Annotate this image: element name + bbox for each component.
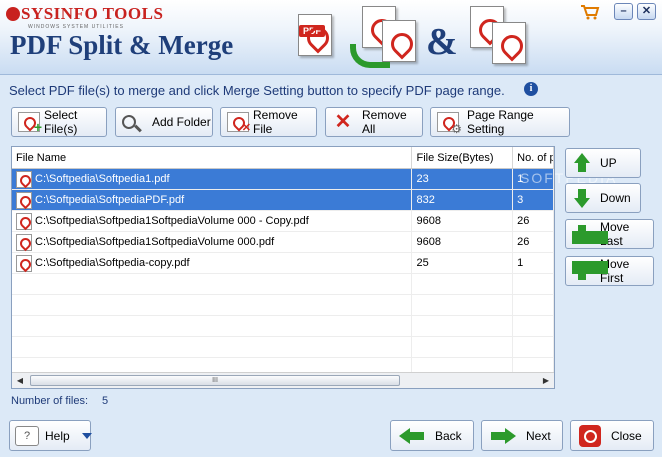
back-button[interactable]: Back (390, 420, 474, 451)
page-count-cell: 26 (513, 231, 554, 253)
info-icon[interactable]: i (524, 82, 538, 96)
table-row[interactable]: C:\Softpedia\SoftpediaPDF.pdf 832 3 (12, 189, 554, 211)
instruction-text: Select PDF file(s) to merge and click Me… (9, 83, 505, 98)
brand-name: SYSINFO TOOLS (21, 4, 164, 23)
file-name-cell: C:\Softpedia\Softpedia1SoftpediaVolume 0… (35, 235, 275, 248)
file-name-cell: C:\Softpedia\Softpedia-copy.pdf (35, 256, 190, 269)
arrow-down-icon (572, 188, 592, 208)
brand-logo: SYSINFO TOOLS (6, 4, 163, 24)
page-range-setting-button[interactable]: Page Range Setting (430, 107, 570, 137)
empty-row (12, 294, 554, 316)
file-count-status: Number of files: 5 (11, 395, 108, 407)
remove-file-icon (227, 112, 251, 134)
remove-all-label: Remove All (362, 108, 407, 136)
app-title: PDF Split & Merge (10, 30, 234, 60)
next-button[interactable]: Next (481, 420, 563, 451)
header-banner: SYSINFO TOOLS WINDOWS SYSTEM UTILITIES P… (0, 0, 662, 75)
logo-mark-icon (6, 7, 20, 21)
move-to-top-icon (572, 261, 608, 281)
file-name-cell: C:\Softpedia\SoftpediaPDF.pdf (35, 193, 185, 206)
pdf-badge: PDF (299, 25, 325, 37)
file-size-cell: 9608 (412, 210, 514, 232)
arrow-right-icon (490, 427, 516, 444)
scroll-left-icon[interactable]: ◀ (13, 374, 27, 387)
table-row[interactable]: C:\Softpedia\Softpedia1.pdf 23 1 (12, 168, 554, 190)
file-size-cell: 9608 (412, 231, 514, 253)
arrow-up-icon (572, 153, 592, 173)
move-down-button[interactable]: Down (565, 183, 641, 213)
file-count-value: 5 (102, 395, 109, 407)
page-count-cell: 26 (513, 210, 554, 232)
arrow-left-icon (399, 427, 425, 444)
close-window-button[interactable]: ✕ (637, 3, 656, 20)
help-label: Help (45, 428, 70, 443)
help-icon: ? (15, 425, 39, 446)
pdf-file-icon (16, 212, 32, 230)
page-settings-icon (437, 112, 462, 136)
merge-arrow-icon (350, 44, 390, 68)
table-row[interactable]: C:\Softpedia\Softpedia-copy.pdf 25 1 (12, 252, 554, 274)
column-header-file-size[interactable]: File Size(Bytes) (412, 147, 514, 168)
move-first-button[interactable]: Move First (565, 256, 654, 286)
file-count-label: Number of files: (11, 395, 89, 407)
move-up-label: UP (600, 156, 617, 170)
file-size-cell: 23 (412, 168, 514, 190)
pdf-file-icon (16, 170, 32, 188)
select-files-button[interactable]: Select File(s) (11, 107, 107, 137)
table-row[interactable]: C:\Softpedia\Softpedia1SoftpediaVolume 0… (12, 210, 554, 232)
add-folder-label: Add Folder (152, 115, 211, 129)
back-label: Back (435, 428, 462, 443)
page-range-label: Page Range Setting (467, 108, 534, 136)
chevron-down-icon (81, 432, 92, 439)
remove-file-button[interactable]: Remove File (220, 107, 317, 137)
next-label: Next (526, 428, 551, 443)
column-header-file-name[interactable]: File Name (12, 147, 413, 168)
pdf-document-icon (492, 22, 526, 64)
page-count-cell: 1 (513, 252, 554, 274)
cart-icon[interactable] (580, 4, 600, 20)
remove-file-label: Remove File (253, 108, 298, 136)
move-down-label: Down (600, 191, 631, 205)
scrollbar-thumb[interactable]: III (30, 375, 400, 386)
help-button[interactable]: ? Help (9, 420, 92, 451)
close-button[interactable]: Close (570, 420, 654, 451)
move-last-button[interactable]: Move Last (565, 219, 654, 249)
power-icon (579, 424, 601, 447)
add-folder-button[interactable]: Add Folder (115, 107, 213, 137)
table-header: File Name File Size(Bytes) No. of p (12, 147, 554, 169)
page-count-cell: 3 (513, 189, 554, 211)
move-to-bottom-icon (572, 224, 608, 244)
close-label: Close (611, 428, 642, 443)
move-up-button[interactable]: UP (565, 148, 641, 178)
pdf-file-icon (16, 233, 32, 251)
magnifier-icon (122, 115, 136, 129)
table-row[interactable]: C:\Softpedia\Softpedia1SoftpediaVolume 0… (12, 231, 554, 253)
scroll-right-icon[interactable]: ▶ (539, 374, 553, 387)
select-files-label: Select File(s) (44, 108, 78, 136)
remove-all-button[interactable]: ✕ Remove All (325, 107, 423, 137)
empty-row (12, 336, 554, 358)
column-header-page-count[interactable]: No. of p (513, 147, 554, 168)
file-name-cell: C:\Softpedia\Softpedia1SoftpediaVolume 0… (35, 214, 309, 227)
red-x-icon: ✕ (334, 111, 352, 133)
horizontal-scrollbar[interactable]: ◀ III ▶ (12, 372, 554, 388)
empty-row (12, 273, 554, 295)
file-size-cell: 25 (412, 252, 514, 274)
file-list-table[interactable]: File Name File Size(Bytes) No. of p C:\S… (11, 146, 555, 389)
empty-row (12, 315, 554, 337)
minimize-button[interactable]: – (614, 3, 633, 20)
pdf-document-icon: PDF (298, 14, 332, 56)
ampersand: & (426, 21, 458, 63)
pdf-file-icon (16, 254, 32, 272)
add-file-icon (18, 112, 42, 135)
file-name-cell: C:\Softpedia\Softpedia1.pdf (35, 172, 170, 185)
pdf-file-icon (16, 191, 32, 209)
header-artwork: PDF & (290, 2, 540, 72)
file-size-cell: 832 (412, 189, 514, 211)
